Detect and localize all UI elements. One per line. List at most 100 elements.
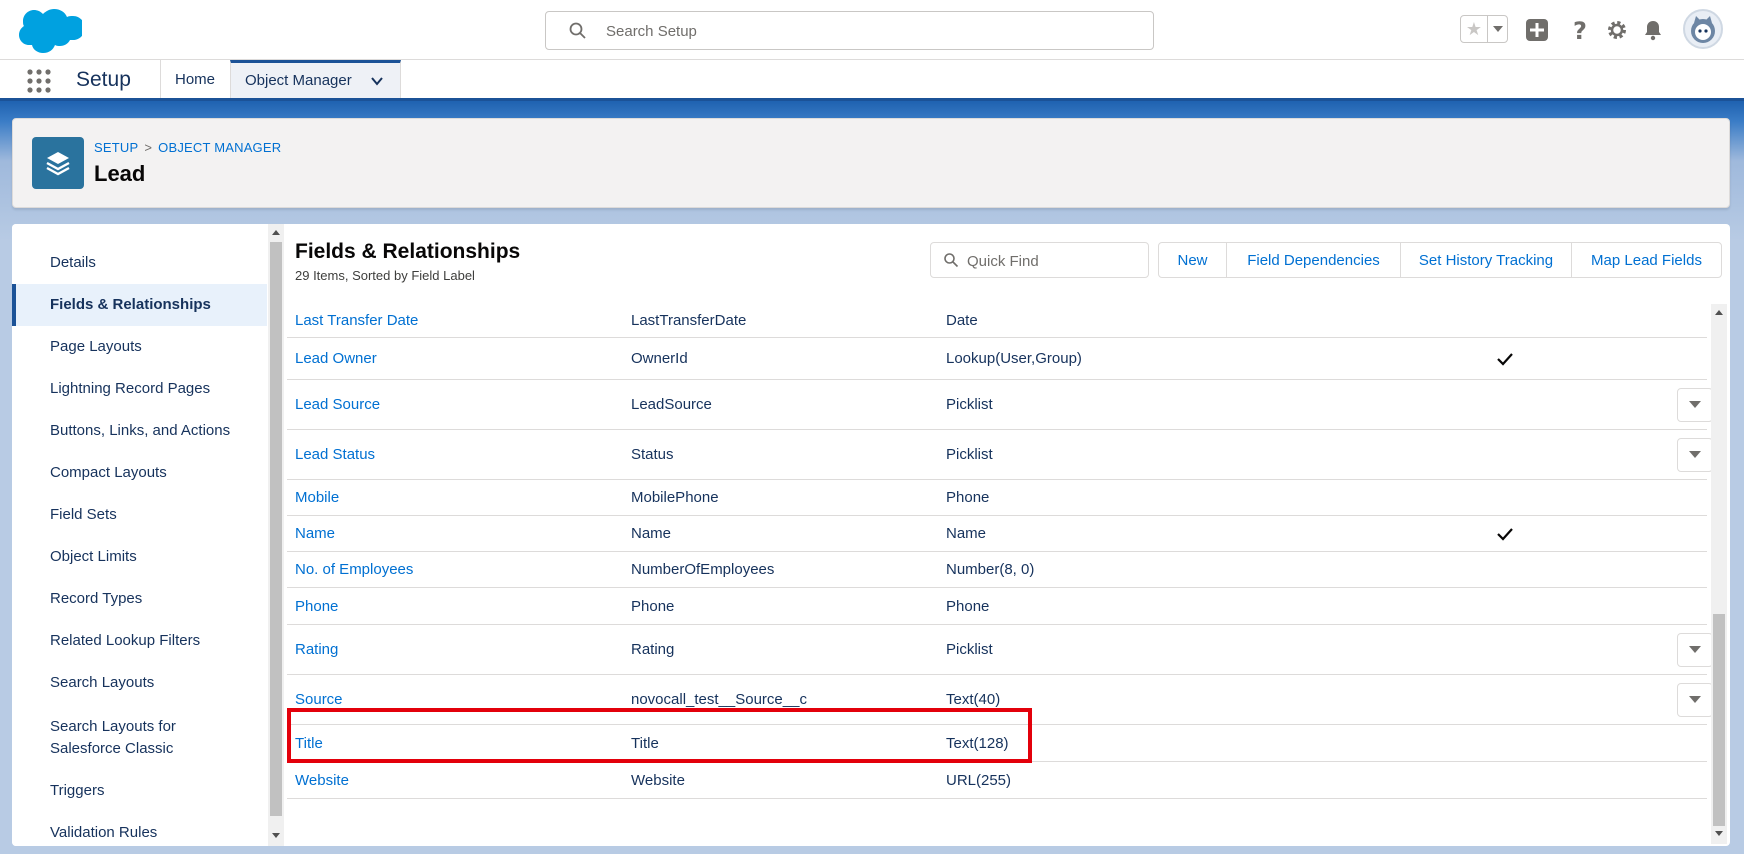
new-button[interactable]: New xyxy=(1159,243,1227,277)
tab-object-manager-label: Object Manager xyxy=(245,72,352,89)
gear-icon[interactable] xyxy=(1604,17,1630,43)
table-row: Lead Owner OwnerId Lookup(User,Group) xyxy=(287,338,1707,380)
field-label-link[interactable]: Name xyxy=(295,516,335,551)
breadcrumb: SETUP > OBJECT MANAGER xyxy=(94,140,281,155)
field-api-name: NumberOfEmployees xyxy=(631,561,775,578)
setup-search-box[interactable] xyxy=(545,11,1154,50)
sidebar-item-field-sets[interactable]: Field Sets xyxy=(12,504,267,526)
sidebar-item-fields-relationships[interactable]: Fields & Relationships xyxy=(12,284,267,326)
breadcrumb-separator: > xyxy=(144,140,153,155)
sidebar-item-lightning-record-pages[interactable]: Lightning Record Pages xyxy=(12,378,267,400)
tab-object-manager[interactable]: Object Manager xyxy=(230,60,401,98)
field-dependencies-button[interactable]: Field Dependencies xyxy=(1227,243,1401,277)
sidebar-item-compact-layouts[interactable]: Compact Layouts xyxy=(12,462,267,484)
table-row: Lead Status Status Picklist xyxy=(287,430,1713,480)
field-data-type: Lookup(User,Group) xyxy=(946,350,1082,367)
fields-table: Last Transfer Date LastTransferDate Date Le… xyxy=(287,304,1714,846)
table-row: Phone Phone Phone xyxy=(287,588,1707,625)
field-api-name: Title xyxy=(631,734,659,752)
object-page-header: SETUP > OBJECT MANAGER Lead xyxy=(12,118,1730,208)
sidebar-item-record-types[interactable]: Record Types xyxy=(12,588,267,610)
row-actions xyxy=(1677,625,1713,674)
table-row: No. of Employees NumberOfEmployees Number(… xyxy=(287,552,1707,588)
field-label-link[interactable]: No. of Employees xyxy=(295,552,413,587)
field-label-link[interactable]: Lead Owner xyxy=(295,338,377,379)
favorites-dropdown[interactable] xyxy=(1487,16,1507,42)
field-data-type: Phone xyxy=(946,489,990,506)
sidebar-item-related-lookup-filters[interactable]: Related Lookup Filters xyxy=(12,630,267,652)
field-data-type: Picklist xyxy=(946,396,993,413)
field-data-type: Picklist xyxy=(946,446,993,463)
row-actions xyxy=(1677,380,1713,429)
field-data-type: Phone xyxy=(946,597,990,615)
help-icon[interactable]: ? xyxy=(1567,17,1593,43)
field-label-link[interactable]: Rating xyxy=(295,625,338,674)
table-scrollbar-thumb[interactable] xyxy=(1713,614,1725,826)
add-icon[interactable] xyxy=(1524,17,1550,43)
context-bar: Setup Home Object Manager xyxy=(0,60,1744,101)
row-actions xyxy=(1677,430,1713,479)
global-header: ★ ? xyxy=(0,0,1744,60)
salesforce-logo[interactable] xyxy=(16,8,82,54)
avatar[interactable] xyxy=(1683,9,1723,49)
field-api-name: MobilePhone xyxy=(631,489,719,506)
quick-find-input[interactable] xyxy=(967,251,1137,271)
chevron-down-icon[interactable] xyxy=(370,74,384,88)
favorite-star-icon[interactable]: ★ xyxy=(1461,16,1487,42)
scroll-down-icon[interactable] xyxy=(271,830,281,840)
breadcrumb-setup[interactable]: SETUP xyxy=(94,140,138,155)
bell-icon[interactable] xyxy=(1640,17,1666,43)
chevron-down-icon xyxy=(1689,400,1701,408)
field-data-type: Name xyxy=(946,525,987,542)
breadcrumb-object-manager[interactable]: OBJECT MANAGER xyxy=(158,140,281,155)
field-data-type: Text(128) xyxy=(946,734,1009,752)
row-menu-button[interactable] xyxy=(1677,437,1713,472)
scroll-up-icon[interactable] xyxy=(1714,308,1724,318)
field-label-link[interactable]: Website xyxy=(295,762,349,798)
field-label-link[interactable]: Title xyxy=(295,725,323,761)
field-api-name: LastTransferDate xyxy=(631,312,747,329)
field-api-name: LeadSource xyxy=(631,396,712,413)
sidebar-item-search-layouts[interactable]: Search Layouts xyxy=(12,672,267,694)
field-label-link[interactable]: Source xyxy=(295,675,343,724)
table-row: Name Name Name xyxy=(287,516,1707,552)
field-api-name: Phone xyxy=(631,597,675,615)
sidebar-item-object-limits[interactable]: Object Limits xyxy=(12,546,267,568)
quick-find-box[interactable] xyxy=(930,242,1149,278)
sidebar-item-page-layouts[interactable]: Page Layouts xyxy=(12,336,267,358)
table-scrollbar[interactable] xyxy=(1711,304,1727,844)
app-launcher-icon[interactable] xyxy=(26,68,52,94)
object-sidebar: Details Fields & Relationships Page Layo… xyxy=(12,224,267,846)
field-label-link[interactable]: Last Transfer Date xyxy=(295,304,418,337)
setup-search-input[interactable] xyxy=(606,20,1126,42)
scroll-up-icon[interactable] xyxy=(271,228,281,238)
section-subtitle: 29 Items, Sorted by Field Label xyxy=(295,268,475,283)
tab-home[interactable]: Home xyxy=(160,60,230,98)
chevron-down-icon xyxy=(1689,645,1701,653)
sidebar-item-details[interactable]: Details xyxy=(12,252,267,274)
field-api-name: Status xyxy=(631,446,674,463)
field-api-name: Name xyxy=(631,525,672,542)
field-label-link[interactable]: Lead Status xyxy=(295,430,375,479)
sidebar-item-search-layouts-classic[interactable]: Search Layouts for Salesforce Classic xyxy=(12,716,232,760)
table-row: Lead Source LeadSource Picklist xyxy=(287,380,1713,430)
field-label-link[interactable]: Phone xyxy=(295,588,338,624)
sidebar-scrollbar-thumb[interactable] xyxy=(270,242,282,816)
scroll-down-icon[interactable] xyxy=(1714,828,1724,838)
sidebar-item-validation-rules[interactable]: Validation Rules xyxy=(12,822,267,844)
row-actions xyxy=(1677,675,1713,724)
main-panel: Details Fields & Relationships Page Layo… xyxy=(12,224,1730,846)
checkmark-icon xyxy=(1495,516,1515,551)
table-row: Website Website URL(255) xyxy=(287,762,1707,799)
field-label-link[interactable]: Lead Source xyxy=(295,380,380,429)
field-label-link[interactable]: Mobile xyxy=(295,480,339,515)
row-menu-button[interactable] xyxy=(1677,632,1713,667)
sidebar-item-buttons-links-actions[interactable]: Buttons, Links, and Actions xyxy=(12,420,267,442)
set-history-tracking-button[interactable]: Set History Tracking xyxy=(1401,243,1572,277)
row-menu-button[interactable] xyxy=(1677,682,1713,717)
sidebar-scrollbar[interactable] xyxy=(268,224,284,846)
row-menu-button[interactable] xyxy=(1677,387,1713,422)
sidebar-item-triggers[interactable]: Triggers xyxy=(12,780,267,802)
checkmark-icon xyxy=(1495,338,1515,379)
map-lead-fields-button[interactable]: Map Lead Fields xyxy=(1572,243,1721,277)
